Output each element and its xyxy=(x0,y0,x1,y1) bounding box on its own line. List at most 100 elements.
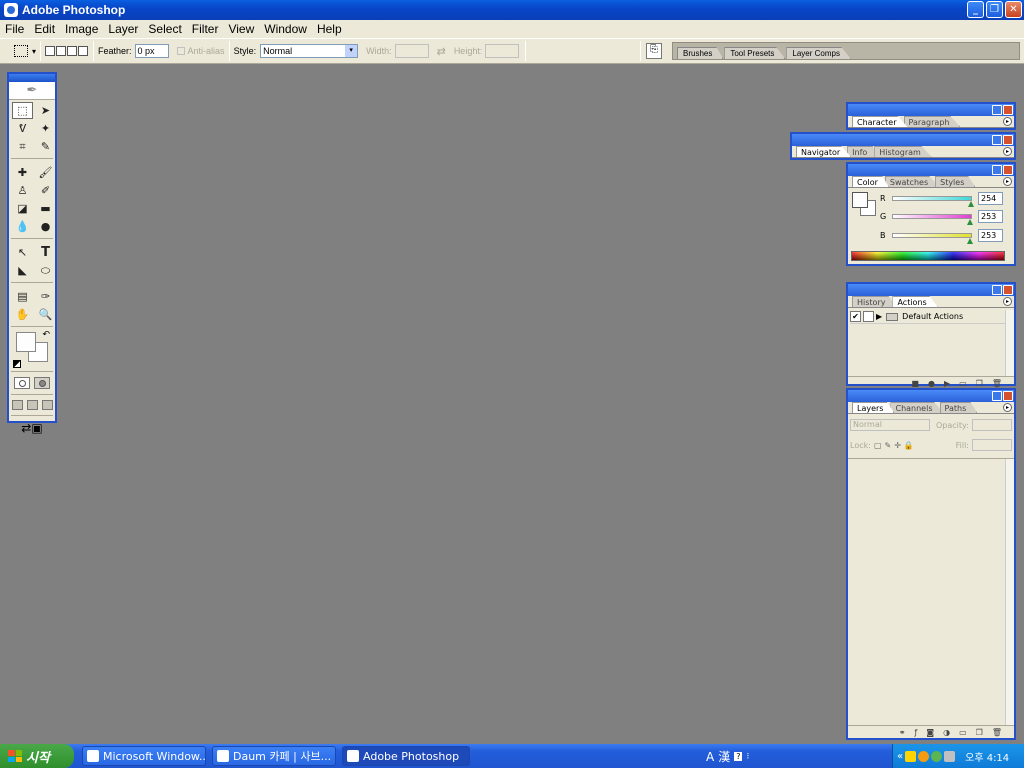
gradient-tool-icon[interactable]: ▬ xyxy=(35,200,56,217)
dodge-tool-icon[interactable]: ● xyxy=(35,218,56,235)
healing-brush-tool-icon[interactable]: ✚ xyxy=(12,164,33,181)
toolbox-titlebar[interactable] xyxy=(9,74,55,82)
feather-logo-icon[interactable]: ✒ xyxy=(9,82,55,100)
file-browser-icon[interactable]: ⎘ xyxy=(646,43,662,59)
palette-menu-icon[interactable]: ▸ xyxy=(1003,297,1012,306)
tab-paragraph[interactable]: Paragraph xyxy=(903,116,961,127)
new-action-icon[interactable]: ❐ xyxy=(976,379,983,388)
close-palette-icon[interactable] xyxy=(1003,165,1013,175)
help-icon[interactable]: ? xyxy=(734,752,743,761)
well-tab-layer-comps[interactable]: Layer Comps xyxy=(786,47,851,59)
blur-tool-icon[interactable]: 💧 xyxy=(12,218,33,235)
full-screen-mode-icon[interactable] xyxy=(41,400,53,410)
minimize-palette-icon[interactable] xyxy=(992,105,1002,115)
tab-histogram[interactable]: Histogram xyxy=(874,146,932,157)
volume-tray-icon[interactable] xyxy=(944,750,956,762)
stop-icon[interactable]: ■ xyxy=(911,379,919,388)
menu-filter[interactable]: Filter xyxy=(187,22,224,36)
full-screen-menu-mode-icon[interactable] xyxy=(26,400,38,410)
restore-button[interactable]: ❐ xyxy=(986,1,1003,18)
tab-swatches[interactable]: Swatches xyxy=(884,176,940,187)
palette-menu-icon[interactable]: ▸ xyxy=(1003,403,1012,412)
minimize-palette-icon[interactable] xyxy=(992,285,1002,295)
tool-preset-picker-icon[interactable] xyxy=(14,45,28,57)
tab-actions[interactable]: Actions xyxy=(892,296,938,307)
minimize-palette-icon[interactable] xyxy=(992,165,1002,175)
taskbar-item-word[interactable]: Microsoft Window... xyxy=(82,746,206,766)
green-slider[interactable] xyxy=(892,213,974,225)
new-selection-icon[interactable] xyxy=(45,46,56,56)
red-value-input[interactable]: 254 xyxy=(978,191,1003,205)
standard-mode-icon[interactable] xyxy=(14,377,30,389)
ime-mode-a[interactable]: A xyxy=(706,750,714,764)
green-slider-thumb[interactable] xyxy=(967,218,974,225)
warning-tray-icon[interactable] xyxy=(905,750,917,762)
blend-mode-select[interactable]: Normal xyxy=(850,419,930,431)
new-layer-icon[interactable]: ❐ xyxy=(976,728,983,737)
close-button[interactable]: ✕ xyxy=(1005,1,1022,18)
default-colors-icon[interactable] xyxy=(13,360,21,368)
subtract-selection-icon[interactable] xyxy=(67,46,78,56)
close-palette-icon[interactable] xyxy=(1003,285,1013,295)
color-foreground-swatch[interactable] xyxy=(852,192,868,208)
add-selection-icon[interactable] xyxy=(56,46,67,56)
magic-wand-tool-icon[interactable]: ✦ xyxy=(35,120,56,137)
tab-navigator[interactable]: Navigator xyxy=(796,146,852,157)
blue-value-input[interactable]: 253 xyxy=(978,228,1003,242)
shape-tool-icon[interactable]: ⬭ xyxy=(35,262,56,279)
ime-options-icon[interactable]: ⁝ xyxy=(746,752,749,762)
palette-menu-icon[interactable]: ▸ xyxy=(1003,117,1012,126)
play-icon[interactable]: ▶ xyxy=(944,379,950,388)
expand-triangle-icon[interactable]: ▶ xyxy=(876,312,882,321)
standard-screen-mode-icon[interactable] xyxy=(11,400,23,410)
tab-info[interactable]: Info xyxy=(847,146,879,157)
blue-slider[interactable] xyxy=(892,232,974,244)
lock-position-icon[interactable]: ✛ xyxy=(894,441,901,450)
palette-menu-icon[interactable]: ▸ xyxy=(1003,147,1012,156)
network-tray-icon[interactable] xyxy=(931,750,943,762)
tab-character[interactable]: Character xyxy=(852,116,908,127)
opacity-input[interactable] xyxy=(971,419,1012,431)
pen-tool-icon[interactable]: ◣ xyxy=(12,262,33,279)
marquee-tool-icon[interactable]: ⬚ xyxy=(12,102,33,119)
close-palette-icon[interactable] xyxy=(1003,391,1013,401)
history-brush-tool-icon[interactable]: ✐ xyxy=(35,182,56,199)
chevron-down-icon[interactable]: ▾ xyxy=(32,47,36,56)
tab-color[interactable]: Color xyxy=(852,176,889,187)
palette-titlebar[interactable] xyxy=(848,390,1014,402)
palette-titlebar[interactable] xyxy=(848,104,1014,116)
start-button[interactable]: 시작 xyxy=(0,744,74,768)
dropdown-arrow-icon[interactable]: ▾ xyxy=(345,45,358,57)
trash-icon[interactable]: 🗑 xyxy=(992,728,1002,737)
tab-history[interactable]: History xyxy=(852,296,897,307)
path-selection-tool-icon[interactable]: ↖ xyxy=(12,244,33,261)
layer-style-icon[interactable]: ƒ xyxy=(915,728,918,737)
messenger-tray-icon[interactable] xyxy=(918,750,930,762)
menu-file[interactable]: File xyxy=(0,22,29,36)
zoom-tool-icon[interactable]: 🔍 xyxy=(35,306,56,323)
lock-transparency-icon[interactable]: ▢ xyxy=(874,441,882,450)
link-icon[interactable]: ⚭ xyxy=(899,728,906,737)
tab-channels[interactable]: Channels xyxy=(890,402,944,413)
menu-edit[interactable]: Edit xyxy=(29,22,60,36)
taskbar-item-photoshop[interactable]: Adobe Photoshop xyxy=(342,746,470,766)
trash-icon[interactable]: 🗑 xyxy=(992,379,1002,388)
lasso-tool-icon[interactable]: ᕓ xyxy=(12,120,33,137)
antialias-checkbox[interactable] xyxy=(176,47,185,55)
swap-arrows-icon[interactable]: ⇄ xyxy=(437,45,446,58)
well-tab-tool-presets[interactable]: Tool Presets xyxy=(724,47,786,59)
intersect-selection-icon[interactable] xyxy=(78,46,89,56)
hand-tool-icon[interactable]: ✋ xyxy=(12,306,33,323)
menu-image[interactable]: Image xyxy=(60,22,103,36)
layers-list[interactable] xyxy=(848,458,1014,725)
actions-scrollbar[interactable] xyxy=(1005,310,1014,376)
quick-mask-mode-icon[interactable] xyxy=(34,377,50,389)
close-palette-icon[interactable] xyxy=(1003,105,1013,115)
taskbar-item-browser[interactable]: Daum 카페 | 사브... xyxy=(212,746,336,766)
clock[interactable]: 오후 4:14 xyxy=(965,749,1009,764)
layers-scrollbar[interactable] xyxy=(1005,459,1014,725)
new-set-icon[interactable]: ▭ xyxy=(959,379,967,388)
minimize-palette-icon[interactable] xyxy=(992,135,1002,145)
menu-window[interactable]: Window xyxy=(259,22,312,36)
tab-styles[interactable]: Styles xyxy=(935,176,976,187)
